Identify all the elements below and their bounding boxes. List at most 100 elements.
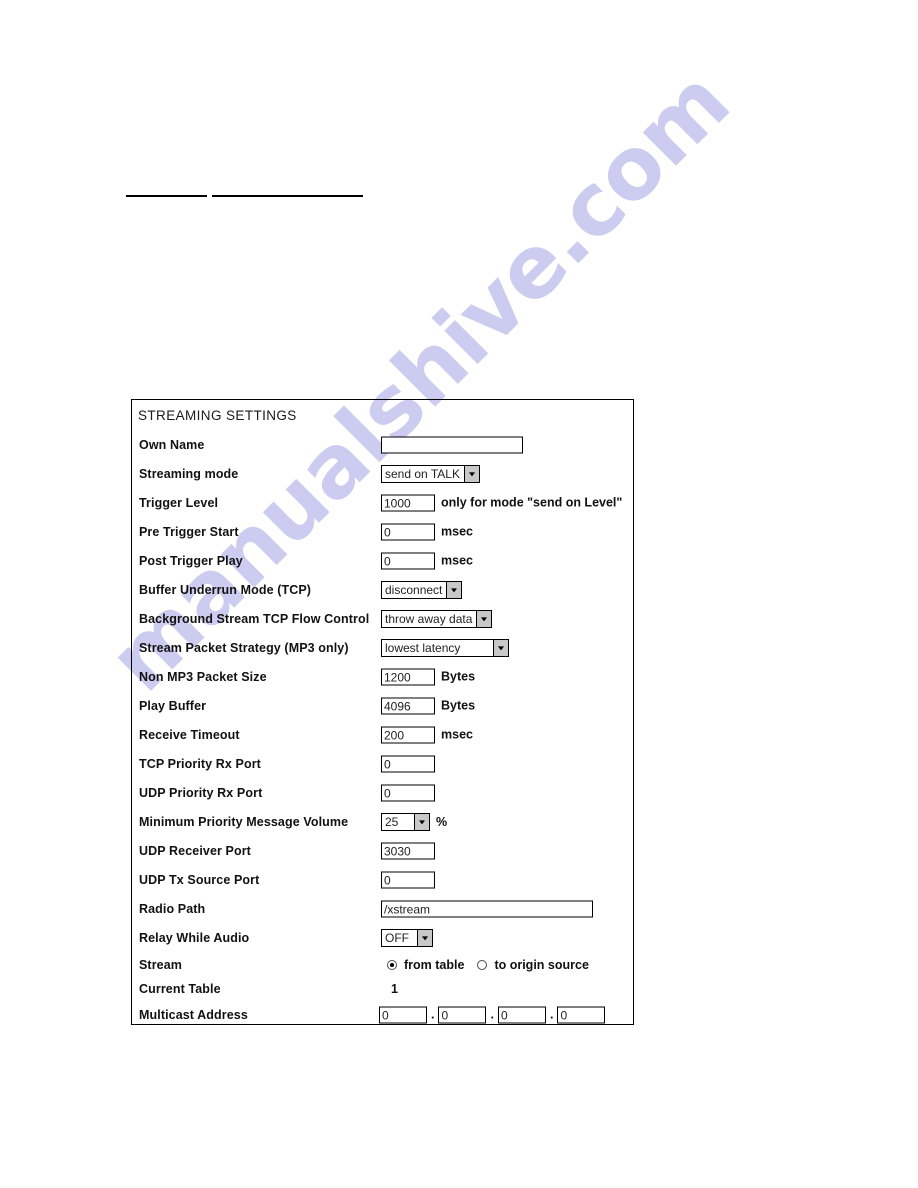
field-stream: from table to origin source xyxy=(387,958,589,972)
streaming-settings-panel: STREAMING SETTINGS Own Name Streaming mo… xyxy=(131,399,634,1025)
field-receive-timeout: 200 msec xyxy=(381,726,473,743)
label-stream: Stream xyxy=(139,957,182,972)
multicast-octet-1[interactable]: 0 xyxy=(379,1006,427,1023)
label-pre-trigger-start: Pre Trigger Start xyxy=(139,524,239,539)
field-udp-priority-rx-port: 0 xyxy=(381,784,435,801)
label-udp-priority-rx-port: UDP Priority Rx Port xyxy=(139,785,263,800)
chevron-down-icon[interactable] xyxy=(476,610,492,627)
field-background-stream-flow-control: throw away data xyxy=(381,609,493,628)
stream-radio-to-origin-source-label: to origin source xyxy=(494,957,589,972)
field-multicast-address: 0 . 0 . 0 . 0 xyxy=(379,1006,606,1023)
field-relay-while-audio: OFF xyxy=(381,928,433,947)
label-trigger-level: Trigger Level xyxy=(139,495,219,510)
row-streaming-mode: Streaming mode send on TALK xyxy=(132,459,635,488)
row-radio-path: Radio Path /xstream xyxy=(132,894,635,923)
stream-radio-to-origin-source[interactable] xyxy=(477,959,488,970)
label-own-name: Own Name xyxy=(139,437,205,452)
horizontal-rule-left xyxy=(126,195,207,197)
row-play-buffer: Play Buffer 4096 Bytes xyxy=(132,691,635,720)
label-receive-timeout: Receive Timeout xyxy=(139,727,240,742)
panel-title: STREAMING SETTINGS xyxy=(138,408,297,423)
radio-path-input[interactable]: /xstream xyxy=(381,900,593,917)
chevron-down-icon[interactable] xyxy=(414,813,429,830)
row-udp-priority-rx-port: UDP Priority Rx Port 0 xyxy=(132,778,635,807)
row-udp-tx-source-port: UDP Tx Source Port 0 xyxy=(132,865,635,894)
non-mp3-packet-size-input[interactable]: 1200 xyxy=(381,668,435,685)
udp-tx-source-port-input[interactable]: 0 xyxy=(381,871,435,888)
row-current-table: Current Table 1 xyxy=(132,974,635,1003)
field-udp-tx-source-port: 0 xyxy=(381,871,435,888)
label-background-stream-flow-control: Background Stream TCP Flow Control xyxy=(139,611,370,626)
label-current-table: Current Table xyxy=(139,981,221,996)
multicast-octet-2[interactable]: 0 xyxy=(438,1006,487,1023)
row-pre-trigger-start: Pre Trigger Start 0 msec xyxy=(132,517,635,546)
field-current-table: 1 xyxy=(391,982,398,996)
field-streaming-mode: send on TALK xyxy=(381,464,480,483)
background-stream-flow-control-select[interactable]: throw away data xyxy=(381,609,493,628)
stream-packet-strategy-value: lowest latency xyxy=(385,640,461,655)
streaming-mode-select[interactable]: send on TALK xyxy=(381,464,480,483)
stream-radio-group: from table to origin source xyxy=(387,958,589,972)
buffer-underrun-mode-value: disconnect xyxy=(385,582,443,597)
current-table-value: 1 xyxy=(391,981,398,996)
multicast-octet-3[interactable]: 0 xyxy=(497,1006,546,1023)
row-tcp-priority-rx-port: TCP Priority Rx Port 0 xyxy=(132,749,635,778)
udp-priority-rx-port-input[interactable]: 0 xyxy=(381,784,435,801)
pre-trigger-start-input[interactable]: 0 xyxy=(381,523,435,540)
label-streaming-mode: Streaming mode xyxy=(139,466,239,481)
row-post-trigger-play: Post Trigger Play 0 msec xyxy=(132,546,635,575)
post-trigger-play-suffix: msec xyxy=(441,553,473,568)
trigger-level-input[interactable]: 1000 xyxy=(381,494,435,511)
label-multicast-address: Multicast Address xyxy=(139,1007,248,1022)
field-post-trigger-play: 0 msec xyxy=(381,552,473,569)
field-play-buffer: 4096 Bytes xyxy=(381,697,475,714)
non-mp3-packet-size-suffix: Bytes xyxy=(441,669,476,684)
chevron-down-icon[interactable] xyxy=(446,581,462,598)
field-udp-receiver-port: 3030 xyxy=(381,842,435,859)
chevron-down-icon[interactable] xyxy=(463,465,479,482)
label-stream-packet-strategy: Stream Packet Strategy (MP3 only) xyxy=(139,640,349,655)
stream-radio-from-table-label: from table xyxy=(404,957,465,972)
multicast-octet-group: 0 . 0 . 0 . 0 xyxy=(379,1006,606,1023)
label-relay-while-audio: Relay While Audio xyxy=(139,930,250,945)
own-name-input[interactable] xyxy=(381,436,523,453)
row-non-mp3-packet-size: Non MP3 Packet Size 1200 Bytes xyxy=(132,662,635,691)
chevron-down-icon[interactable] xyxy=(493,639,508,656)
background-stream-flow-control-value: throw away data xyxy=(385,611,473,626)
row-stream-packet-strategy: Stream Packet Strategy (MP3 only) lowest… xyxy=(132,633,635,662)
label-buffer-underrun-mode: Buffer Underrun Mode (TCP) xyxy=(139,582,312,597)
field-minimum-priority-message-volume: 25 % xyxy=(381,812,448,831)
multicast-octet-4[interactable]: 0 xyxy=(557,1006,606,1023)
row-buffer-underrun-mode: Buffer Underrun Mode (TCP) disconnect xyxy=(132,575,635,604)
relay-while-audio-select[interactable]: OFF xyxy=(381,928,433,947)
row-receive-timeout: Receive Timeout 200 msec xyxy=(132,720,635,749)
row-own-name: Own Name xyxy=(132,430,635,459)
stream-packet-strategy-select[interactable]: lowest latency xyxy=(381,638,509,657)
play-buffer-input[interactable]: 4096 xyxy=(381,697,435,714)
chevron-down-icon[interactable] xyxy=(417,929,432,946)
post-trigger-play-input[interactable]: 0 xyxy=(381,552,435,569)
row-udp-receiver-port: UDP Receiver Port 3030 xyxy=(132,836,635,865)
stream-radio-from-table[interactable] xyxy=(387,959,397,970)
row-multicast-address: Multicast Address 0 . 0 . 0 . 0 xyxy=(132,1000,635,1029)
field-radio-path: /xstream xyxy=(381,900,593,917)
field-non-mp3-packet-size: 1200 Bytes xyxy=(381,668,475,685)
field-pre-trigger-start: 0 msec xyxy=(381,523,473,540)
minimum-priority-message-volume-select[interactable]: 25 xyxy=(381,812,430,831)
tcp-priority-rx-port-input[interactable]: 0 xyxy=(381,755,435,772)
receive-timeout-input[interactable]: 200 xyxy=(381,726,435,743)
udp-receiver-port-input[interactable]: 3030 xyxy=(381,842,435,859)
label-play-buffer: Play Buffer xyxy=(139,698,207,713)
buffer-underrun-mode-select[interactable]: disconnect xyxy=(381,580,463,599)
multicast-separator-1: . xyxy=(431,1007,435,1022)
field-tcp-priority-rx-port: 0 xyxy=(381,755,435,772)
relay-while-audio-value: OFF xyxy=(385,930,409,945)
label-radio-path: Radio Path xyxy=(139,901,206,916)
row-minimum-priority-message-volume: Minimum Priority Message Volume 25 % xyxy=(132,807,635,836)
minimum-priority-message-volume-suffix: % xyxy=(436,814,448,829)
streaming-mode-value: send on TALK xyxy=(385,466,460,481)
label-post-trigger-play: Post Trigger Play xyxy=(139,553,243,568)
row-background-stream-flow-control: Background Stream TCP Flow Control throw… xyxy=(132,604,635,633)
pre-trigger-start-suffix: msec xyxy=(441,524,473,539)
row-relay-while-audio: Relay While Audio OFF xyxy=(132,923,635,952)
